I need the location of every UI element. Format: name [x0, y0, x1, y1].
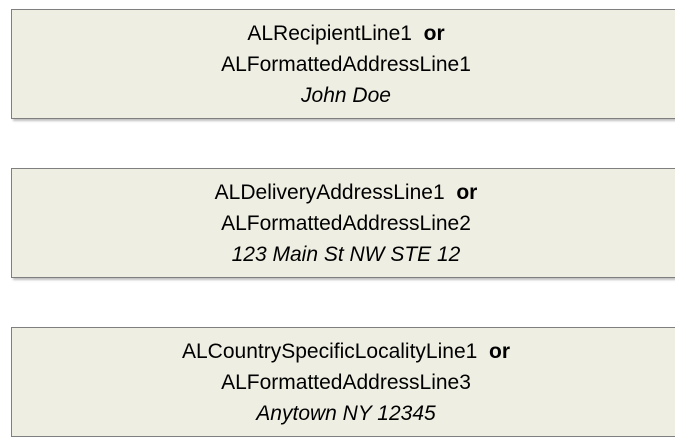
or-connector: or	[417, 21, 445, 45]
formatted-address-line-3-field: ALFormattedAddressLine3	[221, 370, 471, 394]
formatted-address-line-2-field: ALFormattedAddressLine2	[221, 211, 471, 235]
address-line-2-box: ALDeliveryAddressLine1 or ALFormattedAdd…	[11, 168, 675, 278]
locality-line-field: ALCountrySpecificLocalityLine1	[181, 339, 478, 363]
address-line-2-primary-row: ALDeliveryAddressLine1 or	[215, 177, 478, 208]
address-line-1-box: ALRecipientLine1 or ALFormattedAddressLi…	[11, 9, 675, 119]
recipient-line-field: ALRecipientLine1	[247, 21, 412, 45]
address-line-3-box: ALCountrySpecificLocalityLine1 or ALForm…	[11, 327, 675, 437]
delivery-address-line-field: ALDeliveryAddressLine1	[214, 180, 445, 204]
address-line-1-primary-row: ALRecipientLine1 or	[247, 18, 444, 49]
or-connector: or	[450, 180, 478, 204]
address-line-3-primary-row: ALCountrySpecificLocalityLine1 or	[182, 336, 510, 367]
address-line-2-example: 123 Main St NW STE 12	[231, 242, 461, 266]
formatted-address-line-1-field: ALFormattedAddressLine1	[221, 52, 471, 76]
address-line-1-example: John Doe	[301, 83, 391, 107]
or-connector: or	[483, 339, 511, 363]
address-line-3-example: Anytown NY 12345	[256, 401, 436, 425]
